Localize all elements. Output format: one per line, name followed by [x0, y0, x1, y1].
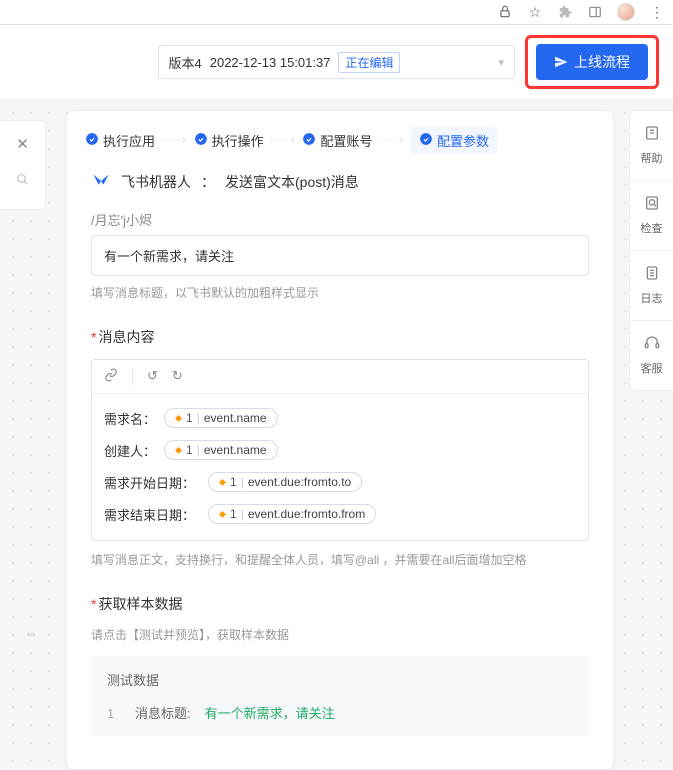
panel-body: /月忘'j小烬 有一个新需求，请关注 填写消息标题，以飞书默认的加粗样式显示 *… [67, 206, 613, 762]
check-icon [644, 195, 660, 216]
step-label: 执行操作 [212, 131, 264, 150]
check-circle-icon [194, 132, 208, 149]
title-helper: 填写消息标题，以飞书默认的加粗样式显示 [91, 284, 589, 303]
editor-line: 需求名： ⬥1|event.name [104, 408, 576, 428]
token-badge-icon: ⬥ [175, 445, 182, 456]
field-label: 需求结束日期： [104, 505, 200, 524]
field-label: 创建人： [104, 441, 156, 460]
sample-helper: 请点击【测试并预览】，获取样本数据 [91, 626, 589, 645]
version-timestamp: 2022-12-13 15:01:37 [210, 55, 331, 70]
publish-button[interactable]: 上线流程 [536, 44, 648, 80]
editor-line: 创建人： ⬥1|event.name [104, 440, 576, 460]
link-icon[interactable] [104, 368, 118, 385]
variable-token[interactable]: ⬥1|event.due:fromto.from [208, 504, 376, 524]
app-row: 飞书机器人 ： 发送富文本(post)消息 [67, 164, 613, 206]
step-arrow-icon: ····› [270, 135, 297, 146]
panel-icon[interactable] [587, 4, 603, 20]
message-title-value: 有一个新需求，请关注 [104, 249, 234, 264]
publish-highlight: 上线流程 [525, 35, 659, 89]
check-circle-icon [302, 132, 316, 149]
step-arrow-icon: ····› [378, 135, 405, 146]
title-label-truncated: /月忘'j小烬 [91, 210, 589, 229]
rail-label: 帮助 [641, 150, 663, 166]
field-label: 需求名： [104, 409, 156, 428]
step-1[interactable]: 执行操作 [194, 131, 264, 150]
variable-token[interactable]: ⬥1|event.due:fromto.to [208, 472, 362, 492]
star-icon[interactable]: ☆ [527, 4, 543, 20]
step-0[interactable]: 执行应用 [85, 131, 155, 150]
test-row: 1 消息标题: 有一个新需求，请关注 [107, 703, 573, 722]
undo-icon[interactable]: ↺ [147, 368, 158, 385]
content-editor[interactable]: ↺ ↻ 需求名：⬥1|event.name创建人：⬥1|event.name需求… [91, 359, 589, 541]
canvas: ✕ ⇔ 执行应用 ····› 执行操作 ····› 配置账号 ····› 配置参数 飞书机器… [0, 100, 673, 761]
check-circle-icon [85, 132, 99, 149]
editing-badge: 正在编辑 [338, 52, 400, 73]
rail-label: 检查 [641, 220, 663, 236]
rail-item-help[interactable]: 帮助 [630, 111, 673, 181]
right-rail: 帮助检查日志客服 [629, 110, 673, 391]
chevron-down-icon: ▾ [498, 56, 504, 69]
variable-token[interactable]: ⬥1|event.name [164, 408, 278, 428]
avatar[interactable] [617, 3, 635, 21]
sample-label: *获取样本数据 [91, 594, 589, 614]
content-helper: 填写消息正文，支持换行，和提醒全体人员，填写@all ，并需要在all后面增加空… [91, 551, 589, 570]
search-icon[interactable] [16, 173, 29, 189]
test-data-box: 测试数据 1 消息标题: 有一个新需求，请关注 [91, 656, 589, 736]
rail-label: 客服 [641, 360, 663, 376]
menu-icon[interactable]: ⋮ [649, 4, 665, 20]
app-name: 飞书机器人 [121, 172, 191, 192]
send-icon [554, 55, 568, 69]
redo-icon[interactable]: ↻ [172, 368, 183, 385]
row-value: 有一个新需求，请关注 [205, 703, 335, 722]
message-title-input[interactable]: 有一个新需求，请关注 [91, 235, 589, 276]
top-toolbar: 版本4 2022-12-13 15:01:37 正在编辑 ▾ 上线流程 [0, 25, 673, 100]
browser-chrome: ☆ ⋮ [0, 0, 673, 25]
log-icon [644, 265, 660, 286]
mini-sidebar: ✕ [0, 120, 46, 210]
version-selector[interactable]: 版本4 2022-12-13 15:01:37 正在编辑 ▾ [158, 45, 516, 79]
step-arrow-icon: ····› [161, 135, 188, 146]
publish-label: 上线流程 [574, 52, 630, 72]
editor-line: 需求开始日期： ⬥1|event.due:fromto.to [104, 472, 576, 492]
service-icon [644, 335, 660, 356]
close-icon[interactable]: ✕ [16, 135, 29, 153]
content-label: *消息内容 [91, 327, 589, 347]
version-prefix: 版本4 [169, 53, 202, 72]
config-panel: 执行应用 ····› 执行操作 ····› 配置账号 ····› 配置参数 飞书机器人 ： … [66, 110, 614, 770]
rail-label: 日志 [641, 290, 663, 306]
rail-item-check[interactable]: 检查 [630, 181, 673, 251]
step-label: 执行应用 [103, 131, 155, 150]
variable-token[interactable]: ⬥1|event.name [164, 440, 278, 460]
feishu-icon [91, 172, 111, 192]
editor-toolbar: ↺ ↻ [92, 360, 588, 394]
drag-handle-icon[interactable]: ⇔ [24, 625, 38, 641]
step-label: 配置账号 [320, 131, 372, 150]
row-index: 1 [107, 706, 121, 721]
row-key: 消息标题: [135, 703, 191, 722]
token-badge-icon: ⬥ [219, 477, 226, 488]
check-circle-icon [419, 132, 433, 149]
test-data-title: 测试数据 [107, 670, 573, 689]
app-action: 发送富文本(post)消息 [225, 172, 359, 192]
share-icon[interactable] [497, 4, 513, 20]
extension-icon[interactable] [557, 4, 573, 20]
step-2[interactable]: 配置账号 [302, 131, 372, 150]
step-3[interactable]: 配置参数 [411, 127, 497, 154]
help-icon [644, 125, 660, 146]
token-badge-icon: ⬥ [175, 413, 182, 424]
app-sep: ： [201, 172, 215, 192]
token-badge-icon: ⬥ [219, 509, 226, 520]
step-nav: 执行应用 ····› 执行操作 ····› 配置账号 ····› 配置参数 [67, 111, 613, 164]
step-label: 配置参数 [437, 131, 489, 150]
rail-item-service[interactable]: 客服 [630, 321, 673, 390]
editor-line: 需求结束日期： ⬥1|event.due:fromto.from [104, 504, 576, 524]
rail-item-log[interactable]: 日志 [630, 251, 673, 321]
field-label: 需求开始日期： [104, 473, 200, 492]
